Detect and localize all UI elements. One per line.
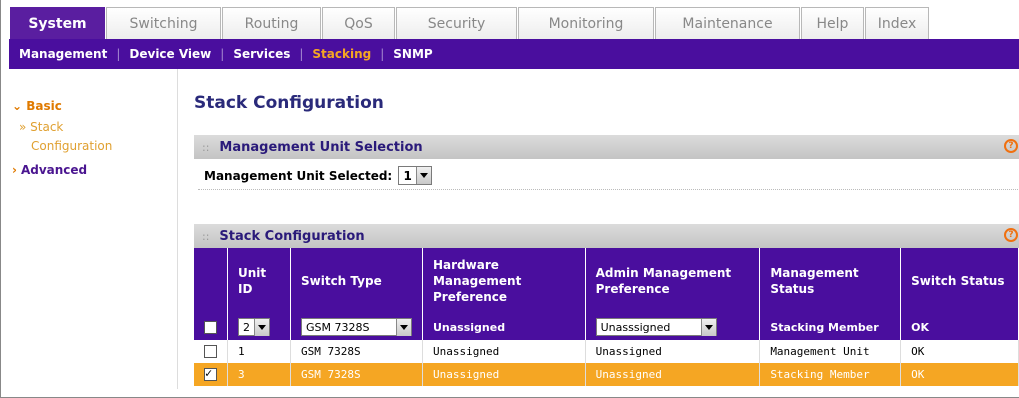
subnav-snmp[interactable]: SNMP — [393, 47, 432, 61]
column-header: Management Status — [759, 248, 902, 314]
table-header-row: Unit ID Switch Type Hardware Management … — [194, 248, 1019, 314]
unit-id-cell: 1 — [227, 340, 291, 363]
select-all-checkbox[interactable] — [204, 320, 217, 334]
unit-id-value: 2 — [243, 320, 250, 334]
leftnav-stack-label: » Stack — [19, 120, 64, 134]
subnav-device-view[interactable]: Device View — [129, 47, 211, 61]
table-row[interactable]: 1 GSM 7328S Unassigned Unassigned Manage… — [194, 340, 1019, 363]
drag-handle-icon: :: — [202, 229, 210, 243]
column-header: Unit ID — [227, 248, 291, 314]
dropdown-arrow-icon — [416, 167, 432, 184]
management-unit-label: Management Unit Selected: — [204, 168, 393, 183]
hw-pref-cell: Unassigned — [422, 340, 586, 363]
switch-type-cell: GSM 7328S — [290, 340, 423, 363]
drag-handle-icon: :: — [202, 140, 210, 154]
row-checkbox[interactable] — [204, 366, 217, 382]
switch-type-cell: GSM 7328S — [290, 314, 423, 340]
row-select-cell — [194, 340, 228, 363]
switch-status-cell: OK — [900, 314, 1019, 340]
dropdown-arrow-icon — [395, 318, 411, 336]
admin-pref-cell: Unassigned — [585, 363, 761, 386]
dropdown-arrow-icon — [254, 318, 269, 336]
subnav-services[interactable]: Services — [233, 47, 290, 61]
admin-pref-select[interactable]: Unasssigned — [595, 318, 717, 336]
leftnav-advanced[interactable]: › Advanced — [12, 163, 87, 177]
mgmt-status-cell: Management Unit — [759, 340, 902, 363]
admin-pref-cell: Unasssigned — [585, 314, 761, 340]
switch-status-cell: OK — [900, 340, 1019, 363]
leftnav-advanced-label: Advanced — [20, 163, 88, 177]
help-icon[interactable]: ? — [1004, 139, 1018, 153]
switch-type-cell: GSM 7328S — [290, 363, 423, 386]
section-title: Management Unit Selection — [219, 139, 423, 155]
subnav-management[interactable]: Management — [19, 47, 107, 61]
subnav-separator: | — [220, 47, 225, 61]
hw-pref-cell: Unassigned — [422, 363, 586, 386]
help-icon[interactable]: ? — [1004, 228, 1018, 242]
select-column-header — [194, 248, 228, 314]
subnav-separator: | — [299, 47, 304, 61]
hw-pref-cell: Unassigned — [422, 314, 586, 340]
stack-configuration-header: :: Stack Configuration ? — [194, 224, 1019, 248]
tab-routing[interactable]: Routing — [222, 7, 321, 39]
tab-monitoring[interactable]: Monitoring — [518, 7, 654, 39]
column-header: Admin Management Preference — [585, 248, 761, 314]
tab-qos[interactable]: QoS — [322, 7, 395, 39]
subnav-separator: | — [380, 47, 385, 61]
switch-status-cell: OK — [900, 363, 1019, 386]
column-header: Switch Type — [290, 248, 423, 314]
tab-maintenance[interactable]: Maintenance — [655, 7, 800, 39]
management-unit-value: 1 — [403, 168, 412, 183]
stack-table: Unit ID Switch Type Hardware Management … — [194, 248, 1019, 386]
table-row[interactable]: 3 GSM 7328S Unassigned Unassigned Stacki… — [194, 363, 1019, 386]
tab-switching[interactable]: Switching — [106, 7, 221, 39]
leftnav-basic[interactable]: ⌄ Basic — [12, 99, 62, 113]
left-navigation: ⌄ Basic » Stack Configuration › Advanced — [9, 69, 178, 389]
app-frame: System Switching Routing QoS Security Mo… — [0, 0, 1019, 398]
chevron-down-icon: ⌄ — [12, 99, 27, 113]
tab-index[interactable]: Index — [865, 7, 929, 39]
column-header: Switch Status — [900, 248, 1019, 314]
admin-pref-cell: Unassigned — [585, 340, 761, 363]
main-tabs: System Switching Routing QoS Security Mo… — [10, 7, 930, 39]
management-unit-selection-header: :: Management Unit Selection ? — [194, 135, 1019, 159]
mgmt-status-cell: Stacking Member — [759, 314, 902, 340]
dropdown-arrow-icon — [700, 318, 716, 336]
leftnav-configuration-label: Configuration — [31, 139, 113, 153]
leftnav-stack-configuration[interactable]: » Stack Configuration — [19, 118, 112, 156]
unit-id-cell: 2 — [227, 314, 291, 340]
row-checkbox[interactable] — [204, 345, 217, 359]
management-unit-row: Management Unit Selected: 1 — [198, 162, 1019, 190]
chevron-right-icon: › — [12, 163, 17, 177]
leftnav-basic-label: Basic — [26, 99, 62, 113]
table-edit-row: 2 GSM 7328S Unassigned Unasssigned Stack… — [194, 314, 1019, 340]
switch-type-select[interactable]: GSM 7328S — [300, 318, 412, 336]
select-all-cell — [194, 314, 228, 340]
subnav-separator: | — [116, 47, 121, 61]
section-title: Stack Configuration — [219, 228, 365, 244]
mgmt-status-cell: Stacking Member — [759, 363, 902, 386]
management-unit-select[interactable]: 1 — [398, 166, 433, 185]
tab-help[interactable]: Help — [801, 7, 864, 39]
row-select-cell — [194, 363, 228, 386]
unit-id-select[interactable]: 2 — [238, 318, 270, 336]
tab-system[interactable]: System — [10, 7, 105, 39]
page-title: Stack Configuration — [194, 93, 384, 113]
switch-type-value: GSM 7328S — [305, 320, 370, 334]
sub-navigation: Management | Device View | Services | St… — [9, 39, 1019, 69]
subnav-stacking[interactable]: Stacking — [312, 47, 371, 61]
column-header: Hardware Management Preference — [422, 248, 586, 314]
tab-security[interactable]: Security — [396, 7, 517, 39]
unit-id-cell: 3 — [227, 363, 291, 386]
admin-pref-value: Unasssigned — [600, 320, 671, 334]
